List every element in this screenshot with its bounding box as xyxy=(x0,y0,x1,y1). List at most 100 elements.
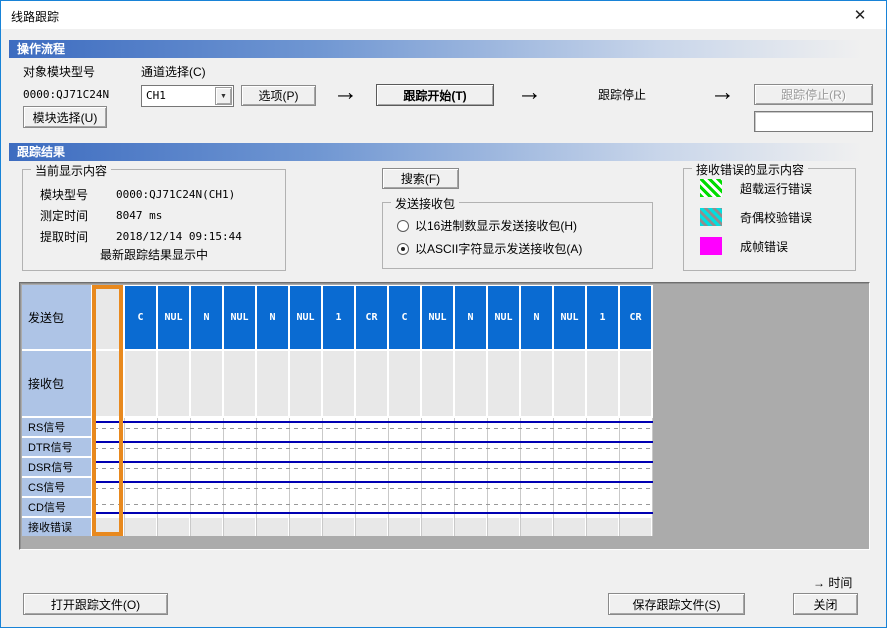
send-packet-cell[interactable]: 1 xyxy=(323,286,354,349)
receive-error-cell[interactable] xyxy=(587,518,618,536)
signal-line-low-ref xyxy=(94,448,653,449)
row-label-signal-2: DTR信号 xyxy=(22,438,91,456)
receive-packet-cell[interactable] xyxy=(323,351,354,416)
send-packet-cell[interactable]: NUL xyxy=(554,286,585,349)
signal-gridline xyxy=(289,418,290,536)
receive-packet-cell[interactable] xyxy=(455,351,486,416)
send-packet-cell[interactable]: CR xyxy=(356,286,387,349)
time-axis-label: → 时间 xyxy=(813,574,852,591)
receive-packet-cell[interactable] xyxy=(488,351,519,416)
receive-error-cell[interactable] xyxy=(554,518,585,536)
receive-packet-cell[interactable] xyxy=(422,351,453,416)
receive-packet-cell[interactable] xyxy=(356,351,387,416)
receive-packet-cell[interactable] xyxy=(158,351,189,416)
send-packet-cell[interactable]: NUL xyxy=(158,286,189,349)
signal-line-high xyxy=(94,461,653,463)
section-header-operation-flow: 操作流程 xyxy=(9,40,880,58)
open-trace-file-button[interactable]: 打开跟踪文件(O) xyxy=(23,593,168,615)
send-packet-cell[interactable]: N xyxy=(455,286,486,349)
send-packet-cell[interactable]: NUL xyxy=(488,286,519,349)
dialog-close-button[interactable]: 关闭 xyxy=(793,593,858,615)
receive-error-cell[interactable] xyxy=(257,518,288,536)
receive-error-cell[interactable] xyxy=(224,518,255,536)
receive-packet-cell[interactable] xyxy=(620,351,651,416)
row-label-signal-1: RS信号 xyxy=(22,418,91,436)
send-packet-cell[interactable]: NUL xyxy=(224,286,255,349)
info-row-label: 模块型号 xyxy=(40,186,116,203)
receive-packet-cell[interactable] xyxy=(224,351,255,416)
search-button[interactable]: 搜索(F) xyxy=(382,168,459,189)
info-row: 提取时间2018/12/14 09:15:44 xyxy=(40,226,280,247)
cursor-column[interactable] xyxy=(92,285,123,536)
module-select-button[interactable]: 模块选择(U) xyxy=(23,106,107,128)
channel-select-combobox[interactable]: CH1 ▼ xyxy=(141,85,234,107)
send-packet-cell[interactable]: N xyxy=(257,286,288,349)
trace-start-button[interactable]: 跟踪开始(T) xyxy=(376,84,494,106)
send-packet-cell[interactable]: N xyxy=(521,286,552,349)
legend-swatch-2 xyxy=(700,208,722,226)
send-packet-cell[interactable]: NUL xyxy=(290,286,321,349)
row-label-send-packet: 发送包 xyxy=(22,285,91,349)
signal-gridline xyxy=(322,418,323,536)
receive-packet-cell[interactable] xyxy=(521,351,552,416)
receive-packet-cell[interactable] xyxy=(191,351,222,416)
legend-swatch-3 xyxy=(700,237,722,255)
send-packet-cell[interactable]: NUL xyxy=(422,286,453,349)
signal-line-low-ref xyxy=(94,488,653,489)
info-row-label: 提取时间 xyxy=(40,228,116,245)
radio-ascii-icon[interactable] xyxy=(397,243,409,255)
send-packet-cell[interactable]: CR xyxy=(620,286,651,349)
titlebar: 线路跟踪 ✕ xyxy=(1,1,886,29)
info-row-value: 8047 ms xyxy=(116,209,162,222)
legend-label: 成帧错误 xyxy=(740,238,788,255)
receive-error-cell[interactable] xyxy=(620,518,651,536)
receive-packet-cell[interactable] xyxy=(290,351,321,416)
receive-error-cell[interactable] xyxy=(125,518,156,536)
receive-error-cell[interactable] xyxy=(158,518,189,536)
channel-selected-value: CH1 xyxy=(146,89,166,102)
signal-gridline xyxy=(421,418,422,536)
legend-label: 奇偶校验错误 xyxy=(740,209,812,226)
send-packet-cell[interactable]: N xyxy=(191,286,222,349)
receive-error-cell[interactable] xyxy=(455,518,486,536)
signal-gridline xyxy=(190,418,191,536)
signal-gridline xyxy=(454,418,455,536)
chevron-down-icon[interactable]: ▼ xyxy=(215,87,232,105)
channel-select-label: 通道选择(C) xyxy=(141,63,206,80)
row-label-signal-5: CD信号 xyxy=(22,498,91,516)
receive-error-cell[interactable] xyxy=(323,518,354,536)
signal-gridline xyxy=(520,418,521,536)
radio-ascii-display[interactable]: 以ASCII字符显示发送接收包(A) xyxy=(397,240,582,257)
send-packet-cell[interactable]: C xyxy=(125,286,156,349)
legend-swatch-1 xyxy=(700,179,722,197)
radio-hex-display[interactable]: 以16进制数显示发送接收包(H) xyxy=(397,217,577,234)
receive-packet-cell[interactable] xyxy=(389,351,420,416)
receive-error-group-title: 接收错误的显示内容 xyxy=(692,161,808,178)
receive-error-cell[interactable] xyxy=(290,518,321,536)
current-display-group-title: 当前显示内容 xyxy=(31,162,111,179)
signal-line-low xyxy=(94,512,653,514)
receive-packet-cell[interactable] xyxy=(587,351,618,416)
send-packet-cell[interactable]: 1 xyxy=(587,286,618,349)
save-trace-file-button[interactable]: 保存跟踪文件(S) xyxy=(608,593,745,615)
radio-hex-icon[interactable] xyxy=(397,220,409,232)
receive-error-cell[interactable] xyxy=(191,518,222,536)
legend-item: 奇偶校验错误 xyxy=(700,208,812,226)
receive-packet-cell[interactable] xyxy=(125,351,156,416)
send-packet-cell[interactable]: C xyxy=(389,286,420,349)
signal-gridline xyxy=(619,418,620,536)
receive-packet-cell[interactable] xyxy=(257,351,288,416)
signal-gridline xyxy=(586,418,587,536)
receive-error-cell[interactable] xyxy=(488,518,519,536)
receive-error-cell[interactable] xyxy=(356,518,387,536)
receive-error-cell[interactable] xyxy=(521,518,552,536)
close-icon[interactable]: ✕ xyxy=(840,1,880,29)
receive-packet-cell[interactable] xyxy=(554,351,585,416)
options-button[interactable]: 选项(P) xyxy=(241,85,316,106)
trace-stop-button[interactable]: 跟踪停止(R) xyxy=(754,84,873,105)
receive-error-cell[interactable] xyxy=(422,518,453,536)
receive-error-cell[interactable] xyxy=(389,518,420,536)
packet-group-title: 发送接收包 xyxy=(391,195,459,212)
signal-gridline xyxy=(487,418,488,536)
trace-table-panel: 发送包接收包RS信号DTR信号DSR信号CS信号CD信号接收错误CNULNNUL… xyxy=(19,282,870,550)
